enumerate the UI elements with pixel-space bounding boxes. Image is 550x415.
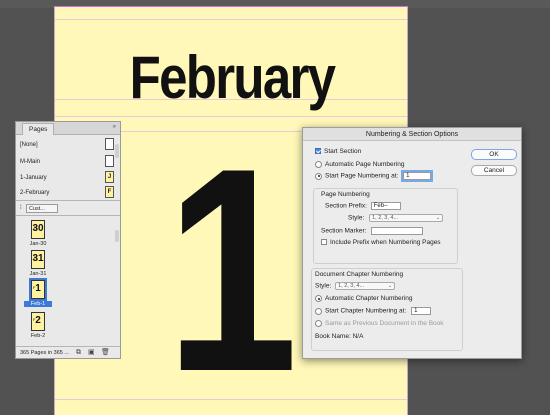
panel-divider — [16, 215, 120, 216]
section-marker-label: Section Marker: — [321, 227, 367, 235]
start-at-label: Start Page Numbering at: — [325, 172, 399, 180]
section-marker-row: Section Marker: — [321, 227, 424, 237]
page-thumbnail: J 30 — [31, 220, 45, 239]
start-at-row: Start Page Numbering at: 1 — [315, 170, 434, 182]
pages-panel-titlebar[interactable]: Pages » — [16, 122, 120, 135]
page-size-icon[interactable]: ⧉ — [76, 349, 83, 356]
page-style-label: Style: — [348, 214, 365, 222]
include-prefix-label: Include Prefix when Numbering Pages — [330, 239, 441, 246]
page-thumb-jan-31[interactable]: J 31 Jan-31 — [24, 250, 52, 284]
chevron-down-icon: ⌄ — [435, 215, 441, 221]
pages-view-bar: ⁞ Cust... — [20, 204, 116, 214]
master-thumbnail — [105, 138, 114, 150]
section-marker-field[interactable] — [371, 227, 424, 235]
master-item-main[interactable]: M-Main — [20, 155, 120, 169]
page-prefix-mark: J — [33, 225, 35, 230]
page-thumb-feb-1[interactable]: F1 Feb-1 — [24, 278, 52, 314]
margin-guide — [55, 19, 407, 20]
page-thumb-number: 2 — [35, 315, 41, 326]
master-item-february[interactable]: 2-February F — [20, 186, 120, 200]
page-numbering-heading: Page Numbering — [321, 191, 370, 198]
chevron-down-icon: ⌄ — [387, 283, 393, 289]
page-label: Jan-31 — [29, 271, 47, 277]
page-style-dropdown[interactable]: 1, 2, 3, 4... ⌄ — [369, 214, 444, 222]
page-label: Feb-1 — [24, 301, 52, 307]
view-select[interactable]: Cust... — [26, 204, 58, 213]
same-as-previous-label: Same as Previous Document in the Book — [325, 320, 444, 328]
chapter-style-dropdown[interactable]: 1, 2, 3, 4... ⌄ — [335, 282, 396, 290]
trash-icon[interactable]: 🗑 — [101, 349, 110, 356]
include-prefix-row: Include Prefix when Numbering Pages — [321, 239, 441, 249]
master-label: [None] — [20, 142, 38, 148]
month-heading[interactable]: February — [82, 43, 383, 112]
start-at-radio[interactable] — [315, 172, 322, 180]
cancel-button[interactable]: Cancel — [471, 165, 517, 176]
chapter-style-label: Style: — [315, 282, 332, 290]
page-prefix-mark: J — [33, 255, 35, 260]
master-thumbnail: J — [105, 171, 114, 183]
auto-chapter-radio[interactable] — [315, 295, 322, 302]
page-style-row: Style: 1, 2, 3, 4... ⌄ — [348, 214, 444, 224]
same-as-previous-row: Same as Previous Document in the Book — [315, 320, 444, 330]
start-section-checkbox[interactable] — [315, 148, 321, 155]
pages-footer: 365 Pages in 365 ... ⧉ ▣ 🗑 — [16, 346, 120, 358]
page-style-value: 1, 2, 3, 4... — [372, 215, 399, 221]
start-chapter-field[interactable]: 1 — [411, 307, 432, 315]
page-thumb-jan-30[interactable]: J 30 Jan-30 — [24, 220, 52, 254]
numbering-section-dialog: Numbering & Section Options OK Cancel St… — [302, 127, 522, 359]
grip-icon[interactable]: ⁞ — [20, 205, 22, 211]
include-prefix-checkbox[interactable] — [321, 239, 327, 246]
start-section-row: Start Section — [315, 148, 361, 158]
master-label: 1-January — [20, 175, 47, 181]
pages-scrollbar[interactable] — [115, 230, 119, 242]
auto-numbering-row: Automatic Page Numbering — [315, 161, 405, 171]
master-thumbnail — [105, 155, 114, 167]
start-chapter-radio[interactable] — [315, 307, 322, 315]
auto-chapter-row: Automatic Chapter Numbering — [315, 295, 412, 305]
start-section-label: Start Section — [324, 148, 362, 155]
book-name: Book Name: N/A — [315, 333, 364, 340]
dialog-title[interactable]: Numbering & Section Options — [303, 128, 521, 141]
page-prefix-mark: F — [33, 285, 36, 290]
auto-numbering-radio[interactable] — [315, 161, 322, 168]
auto-numbering-label: Automatic Page Numbering — [325, 161, 405, 169]
page-thumb-number: 1 — [35, 283, 41, 294]
section-prefix-row: Section Prefix: Feb– — [325, 202, 401, 212]
section-prefix-field[interactable]: Feb– — [370, 202, 401, 210]
chapter-numbering-heading: Document Chapter Numbering — [315, 271, 404, 278]
page-label: Feb-2 — [30, 333, 46, 339]
master-label: M-Main — [20, 159, 41, 165]
page-thumbnail: F2 — [31, 312, 45, 331]
page-thumbnail: J 31 — [31, 250, 45, 269]
page-thumbnail: F1 — [29, 278, 47, 301]
pages-panel: Pages » [None] M-Main 1-January J 2-Febr… — [15, 121, 121, 359]
new-page-icon[interactable]: ▣ — [88, 349, 95, 356]
section-prefix-label: Section Prefix: — [325, 202, 367, 210]
start-chapter-row: Start Chapter Numbering at: 1 — [315, 307, 432, 317]
page-prefix-mark: F — [33, 317, 36, 322]
page-count: 365 Pages in 365 ... — [20, 350, 69, 356]
masters-scrollbar[interactable] — [115, 144, 119, 158]
auto-chapter-label: Automatic Chapter Numbering — [325, 295, 413, 303]
start-at-field[interactable]: 1 — [401, 170, 434, 182]
same-as-previous-radio[interactable] — [315, 320, 322, 327]
ok-button[interactable]: OK — [471, 149, 517, 160]
master-item-none[interactable]: [None] — [20, 138, 120, 152]
chapter-style-row: Style: 1, 2, 3, 4... ⌄ — [315, 282, 396, 292]
start-chapter-label: Start Chapter Numbering at: — [325, 307, 407, 315]
pages-tab[interactable]: Pages — [22, 123, 55, 135]
panel-divider[interactable] — [16, 200, 120, 201]
collapse-icon[interactable]: » — [113, 124, 116, 130]
master-item-january[interactable]: 1-January J — [20, 171, 120, 185]
chapter-style-value: 1, 2, 3, 4... — [338, 283, 365, 289]
page-thumb-feb-2[interactable]: F2 Feb-2 — [24, 312, 52, 346]
page-label: Jan-30 — [29, 241, 47, 247]
master-label: 2-February — [20, 190, 50, 196]
master-thumbnail: F — [105, 186, 114, 198]
